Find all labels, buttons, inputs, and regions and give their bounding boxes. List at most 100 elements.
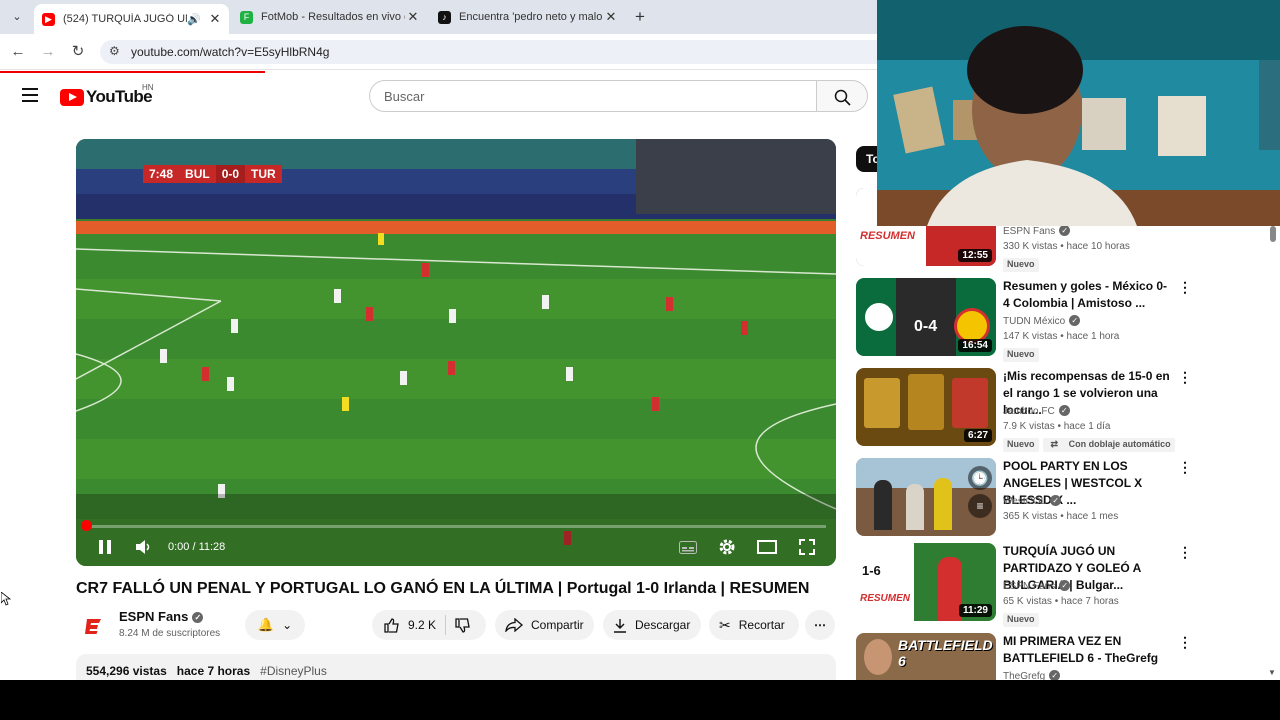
browser-window: ⌄ ▶ (524) TURQUÍA JUGÓ UN PARTIDAZO Y GO… (0, 0, 1280, 680)
channel-avatar[interactable] (78, 611, 108, 641)
dubbing-icon: ⇄ (1046, 438, 1063, 450)
subscribe-notification-button[interactable]: 🔔 ⌄ (245, 610, 305, 640)
pause-button[interactable] (96, 537, 114, 557)
related-channel-text: ESPN Fans (1003, 226, 1056, 237)
related-title[interactable]: MI PRIMERA VEZ EN BATTLEFIELD 6 - TheGre… (1003, 633, 1173, 667)
fullscreen-button[interactable] (797, 537, 817, 557)
thumbs-down-icon[interactable] (455, 617, 471, 633)
video-thumbnail: 1-6 RESUMEN 11:29 (856, 543, 996, 621)
bell-icon: 🔔 (257, 617, 275, 632)
add-to-queue-icon[interactable]: ≡ (968, 494, 992, 518)
address-bar[interactable]: ⚙ youtube.com/watch?v=E5syHlbRN4g (100, 40, 890, 64)
related-channel[interactable]: WestCOL ✓ (1003, 495, 1062, 507)
settings-button[interactable] (717, 537, 737, 557)
mouse-cursor-icon (1, 592, 11, 606)
search-placeholder: Buscar (384, 89, 425, 104)
subtitles-icon (679, 540, 697, 554)
speaker-icon[interactable]: 🔊 (187, 13, 201, 26)
video-duration: 6:27 (963, 429, 992, 442)
clip-button[interactable]: ✂ Recortar (709, 610, 799, 640)
related-video-item[interactable]: 6:27 ¡Mis recompensas de 15-0 en el rang… (856, 368, 1196, 452)
divider (445, 615, 447, 635)
away-team: TUR (245, 165, 282, 183)
video-player[interactable]: 7:48 BUL 0-0 TUR 0:00 / 11:28 (76, 139, 836, 566)
related-video-item[interactable]: 0-4 16:54 Resumen y goles - México 0-4 C… (856, 278, 1196, 362)
more-vertical-icon[interactable]: ⋮ (1178, 460, 1192, 474)
gear-icon (719, 539, 735, 555)
watch-later-icon[interactable]: 🕒 (968, 466, 992, 490)
download-icon (614, 618, 626, 633)
subtitles-button[interactable] (678, 537, 698, 557)
related-channel[interactable]: TUDN México ✓ (1003, 315, 1081, 327)
youtube-play-icon (60, 88, 84, 106)
related-channel[interactable]: TheGrefg ✓ (1003, 670, 1061, 680)
related-channel-text: ESPN Fans (1003, 581, 1056, 592)
related-channel[interactable]: ESPN Fans ✓ (1003, 580, 1071, 592)
search-input[interactable]: Buscar (369, 80, 817, 112)
badge-row: Nuevo (1003, 613, 1043, 627)
related-meta: 7.9 K vistas • hace 1 día (1003, 421, 1111, 432)
tab-fotmob[interactable]: F FotMob - Resultados en vivo de fútbol … (232, 4, 427, 30)
more-actions-button[interactable]: ⋯ (805, 610, 835, 640)
new-badge: Nuevo (1003, 438, 1039, 452)
letterbox-bar (0, 680, 1280, 720)
tab-tiktok[interactable]: ♪ Encuentra 'pedro neto y malo gusto' ✕ (430, 4, 625, 30)
verified-icon: ✓ (1050, 495, 1062, 506)
fullscreen-icon (799, 539, 815, 555)
scroll-down-arrow-icon[interactable]: ▼ (1268, 668, 1276, 677)
url-text[interactable]: youtube.com/watch?v=E5syHlbRN4g (131, 45, 329, 59)
related-meta: 330 K vistas • hace 10 horas (1003, 241, 1130, 252)
close-tab-icon[interactable]: ✕ (207, 11, 223, 27)
more-vertical-icon[interactable]: ⋮ (1178, 370, 1192, 384)
related-video-item[interactable]: 1-6 RESUMEN 11:29 TURQUÍA JUGÓ UN PARTID… (856, 543, 1196, 627)
related-video-item[interactable]: 🕒 ≡ POOL PARTY EN LOS ANGELES | WESTCOL … (856, 458, 1196, 538)
more-vertical-icon[interactable]: ⋮ (1178, 545, 1192, 559)
related-channel-text: TheGrefg (1003, 671, 1046, 680)
volume-icon (136, 540, 150, 554)
match-clock: 7:48 (143, 165, 180, 183)
video-thumbnail: BATTLEFIELD 6 (856, 633, 996, 680)
like-count: 9.2 K (408, 618, 437, 632)
upload-age: hace 7 horas (176, 664, 251, 678)
close-tab-icon[interactable]: ✕ (603, 9, 619, 25)
download-label: Descargar (635, 618, 691, 632)
related-channel-text: TUDN México (1003, 316, 1066, 327)
verified-icon: ✓ (1058, 405, 1070, 416)
site-info-icon[interactable]: ⚙ (109, 44, 120, 58)
new-tab-button[interactable]: + (630, 8, 650, 28)
like-button[interactable]: 9.2 K (384, 617, 437, 633)
related-channel[interactable]: ESPN Fans ✓ (1003, 225, 1071, 237)
more-vertical-icon[interactable]: ⋮ (1178, 635, 1192, 649)
related-meta: 365 K vistas • hace 1 mes (1003, 511, 1119, 522)
description-box[interactable]: 554,296 vistas hace 7 horas #DisneyPlus (76, 654, 836, 680)
badge-row: Nuevo ⇄ Con doblaje automático (1003, 438, 1179, 452)
time-display: 0:00 / 11:28 (168, 541, 226, 553)
hashtag-link[interactable]: #DisneyPlus (260, 664, 327, 678)
search-button[interactable] (816, 80, 868, 112)
progress-scrubber[interactable] (81, 520, 92, 531)
tab-title: FotMob - Resultados en vivo de fútbol (261, 11, 405, 23)
video-duration: 12:55 (958, 249, 992, 262)
tab-search-button[interactable]: ⌄ (6, 7, 28, 27)
channel-name[interactable]: ESPN Fans ✓ (119, 609, 204, 624)
thumb-text: RESUMEN (860, 593, 911, 604)
sidebar-scrollbar[interactable] (1270, 226, 1276, 242)
progress-bar[interactable] (86, 525, 826, 528)
volume-button[interactable] (134, 537, 152, 557)
menu-icon[interactable] (22, 88, 38, 102)
tab-youtube[interactable]: ▶ (524) TURQUÍA JUGÓ UN PARTIDAZO Y GOLE… (34, 4, 229, 34)
download-button[interactable]: Descargar (603, 610, 701, 640)
related-title[interactable]: Resumen y goles - México 0-4 Colombia | … (1003, 278, 1173, 312)
related-channel[interactable]: Jamboo FC ✓ (1003, 405, 1070, 417)
channel-name-text: ESPN Fans (119, 609, 189, 624)
close-tab-icon[interactable]: ✕ (405, 9, 421, 25)
forward-arrow-icon[interactable]: → (38, 42, 58, 62)
theater-mode-button[interactable] (756, 537, 778, 557)
back-arrow-icon[interactable]: ← (8, 42, 28, 62)
reload-icon[interactable]: ↻ (68, 42, 88, 62)
thumbs-up-icon (384, 617, 399, 633)
related-video-item[interactable]: BATTLEFIELD 6 MI PRIMERA VEZ EN BATTLEFI… (856, 633, 1196, 680)
more-vertical-icon[interactable]: ⋮ (1178, 280, 1192, 294)
share-button[interactable]: Compartir (495, 610, 594, 640)
youtube-logo[interactable]: YouTube (60, 87, 153, 107)
